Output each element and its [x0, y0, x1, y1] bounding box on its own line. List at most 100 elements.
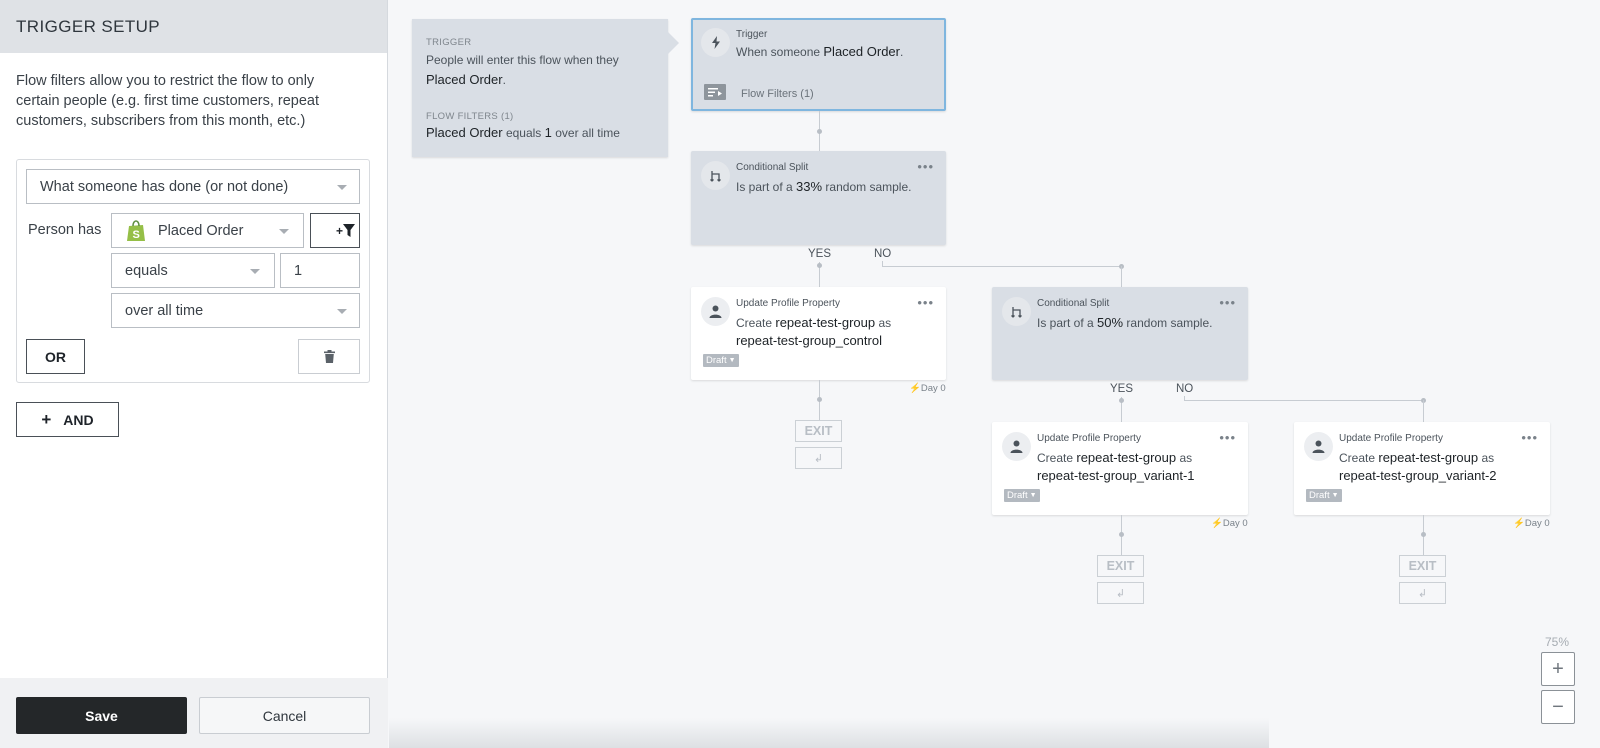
more-options-icon[interactable]: •••	[1219, 295, 1236, 310]
add-and-button[interactable]: + AND	[16, 402, 119, 437]
or-button[interactable]: OR	[26, 339, 85, 374]
connector-dot	[817, 263, 822, 268]
conditional-split-node[interactable]: Conditional Split Is part of a 50% rando…	[992, 287, 1248, 380]
split-percent: 33%	[796, 179, 823, 194]
split-percent: 50%	[1097, 315, 1124, 330]
split-prefix: Is part of a	[1037, 316, 1094, 330]
day-label: Day 0	[1222, 518, 1248, 529]
status-label: Draft	[1309, 490, 1330, 501]
value-input[interactable]	[280, 253, 360, 288]
plus-filter-icon: +	[336, 223, 355, 238]
property-name: repeat-test-group	[1378, 450, 1479, 465]
trigger-suffix: .	[899, 45, 904, 59]
operator-value: equals	[125, 262, 168, 279]
node-text: Create repeat-test-group as repeat-test-…	[1339, 449, 1539, 485]
delete-filter-button[interactable]	[298, 339, 360, 374]
as-label: as	[1179, 451, 1193, 465]
more-options-icon[interactable]: •••	[917, 295, 934, 310]
delay-label: ⚡Day 0	[1513, 518, 1550, 529]
panel-title: TRIGGER SETUP	[0, 0, 387, 53]
no-branch-label: NO	[1176, 383, 1194, 395]
day-label: Day 0	[1524, 518, 1550, 529]
trigger-prefix: When someone	[736, 45, 821, 59]
update-profile-node-control[interactable]: Update Profile Property Create repeat-te…	[691, 287, 946, 380]
chevron-down-icon: ▼	[1029, 492, 1037, 499]
property-value: repeat-test-group_variant-2	[1339, 468, 1497, 483]
zoom-level: 75%	[1545, 635, 1570, 649]
node-text: When someone Placed Order.	[736, 43, 936, 61]
canvas-shadow	[389, 718, 1269, 748]
delay-label: ⚡Day 0	[1211, 518, 1248, 529]
trigger-metric: Placed Order	[426, 72, 503, 87]
plus-icon: +	[41, 409, 52, 429]
zoom-in-button[interactable]: +	[1541, 652, 1575, 686]
trigger-info-panel: TRIGGER People will enter this flow when…	[412, 19, 679, 157]
day-label: Day 0	[920, 383, 946, 394]
split-prefix: Is part of a	[736, 180, 793, 194]
node-title: Update Profile Property	[736, 298, 840, 309]
filter-time: over all time	[555, 126, 620, 140]
more-options-icon[interactable]: •••	[917, 159, 934, 174]
timeframe-select[interactable]: over all time	[111, 293, 360, 328]
status-badge[interactable]: Draft ▼	[703, 354, 739, 367]
return-arrow-icon[interactable]: ↲	[1399, 582, 1446, 604]
person-has-label: Person has	[28, 222, 102, 238]
property-name: repeat-test-group	[1076, 450, 1177, 465]
trigger-node[interactable]: Trigger When someone Placed Order. Flow …	[691, 18, 946, 111]
lightning-icon	[701, 28, 730, 57]
create-label: Create	[736, 316, 773, 330]
split-icon	[701, 161, 730, 190]
shopify-icon: S	[126, 219, 146, 242]
connector	[1121, 266, 1122, 287]
update-profile-node-variant-1[interactable]: Update Profile Property Create repeat-te…	[992, 422, 1248, 515]
metric-select[interactable]: S Placed Order	[111, 213, 304, 248]
yes-branch-label: YES	[1110, 383, 1134, 395]
create-label: Create	[1339, 451, 1376, 465]
property-value: repeat-test-group_control	[736, 333, 882, 348]
connector	[1184, 400, 1424, 401]
person-icon	[1002, 432, 1031, 461]
split-suffix: random sample.	[825, 180, 912, 194]
add-filter-button[interactable]: +	[310, 213, 360, 248]
node-text: Is part of a 33% random sample.	[736, 178, 936, 196]
connector-dot	[817, 397, 822, 402]
more-options-icon[interactable]: •••	[1521, 430, 1538, 445]
operator-select[interactable]: equals	[111, 253, 275, 288]
node-text: Create repeat-test-group as repeat-test-…	[736, 314, 936, 350]
trigger-description: People will enter this flow when they Pl…	[426, 50, 656, 90]
return-arrow-icon[interactable]: ↲	[1097, 582, 1144, 604]
filters-heading: FLOW FILTERS (1)	[426, 111, 514, 122]
node-title: Update Profile Property	[1339, 433, 1443, 444]
period: .	[502, 73, 506, 87]
update-profile-node-variant-2[interactable]: Update Profile Property Create repeat-te…	[1294, 422, 1550, 515]
status-badge[interactable]: Draft ▼	[1004, 489, 1040, 502]
chevron-down-icon	[279, 228, 289, 234]
plus-icon: +	[1552, 657, 1564, 680]
more-options-icon[interactable]: •••	[1219, 430, 1236, 445]
conditional-split-node[interactable]: Conditional Split Is part of a 33% rando…	[691, 151, 946, 245]
cancel-button[interactable]: Cancel	[199, 697, 370, 734]
chevron-down-icon	[337, 184, 347, 190]
zoom-out-button[interactable]: −	[1541, 690, 1575, 724]
return-arrow-icon[interactable]: ↲	[795, 447, 842, 469]
trigger-heading: TRIGGER	[426, 37, 472, 48]
status-label: Draft	[1007, 490, 1028, 501]
property-value: repeat-test-group_variant-1	[1037, 468, 1195, 483]
connector-dot	[1421, 532, 1426, 537]
status-label: Draft	[706, 355, 727, 366]
node-title: Trigger	[736, 29, 768, 40]
flow-filters-link[interactable]: Flow Filters (1)	[741, 88, 814, 100]
panel-footer: Save Cancel	[0, 678, 388, 748]
connector-dot	[1119, 398, 1124, 403]
person-icon	[701, 297, 730, 326]
condition-type-select[interactable]: What someone has done (or not done)	[26, 169, 360, 204]
condition-type-value: What someone has done (or not done)	[40, 178, 289, 195]
trigger-text: People will enter this flow when they	[426, 53, 619, 67]
as-label: as	[1481, 451, 1495, 465]
chevron-down-icon: ▼	[1331, 492, 1339, 499]
connector-dot	[817, 129, 822, 134]
status-badge[interactable]: Draft ▼	[1306, 489, 1342, 502]
save-button[interactable]: Save	[16, 697, 187, 734]
trigger-setup-panel: TRIGGER SETUP Flow filters allow you to …	[0, 0, 388, 748]
filter-value: 1	[544, 125, 552, 140]
